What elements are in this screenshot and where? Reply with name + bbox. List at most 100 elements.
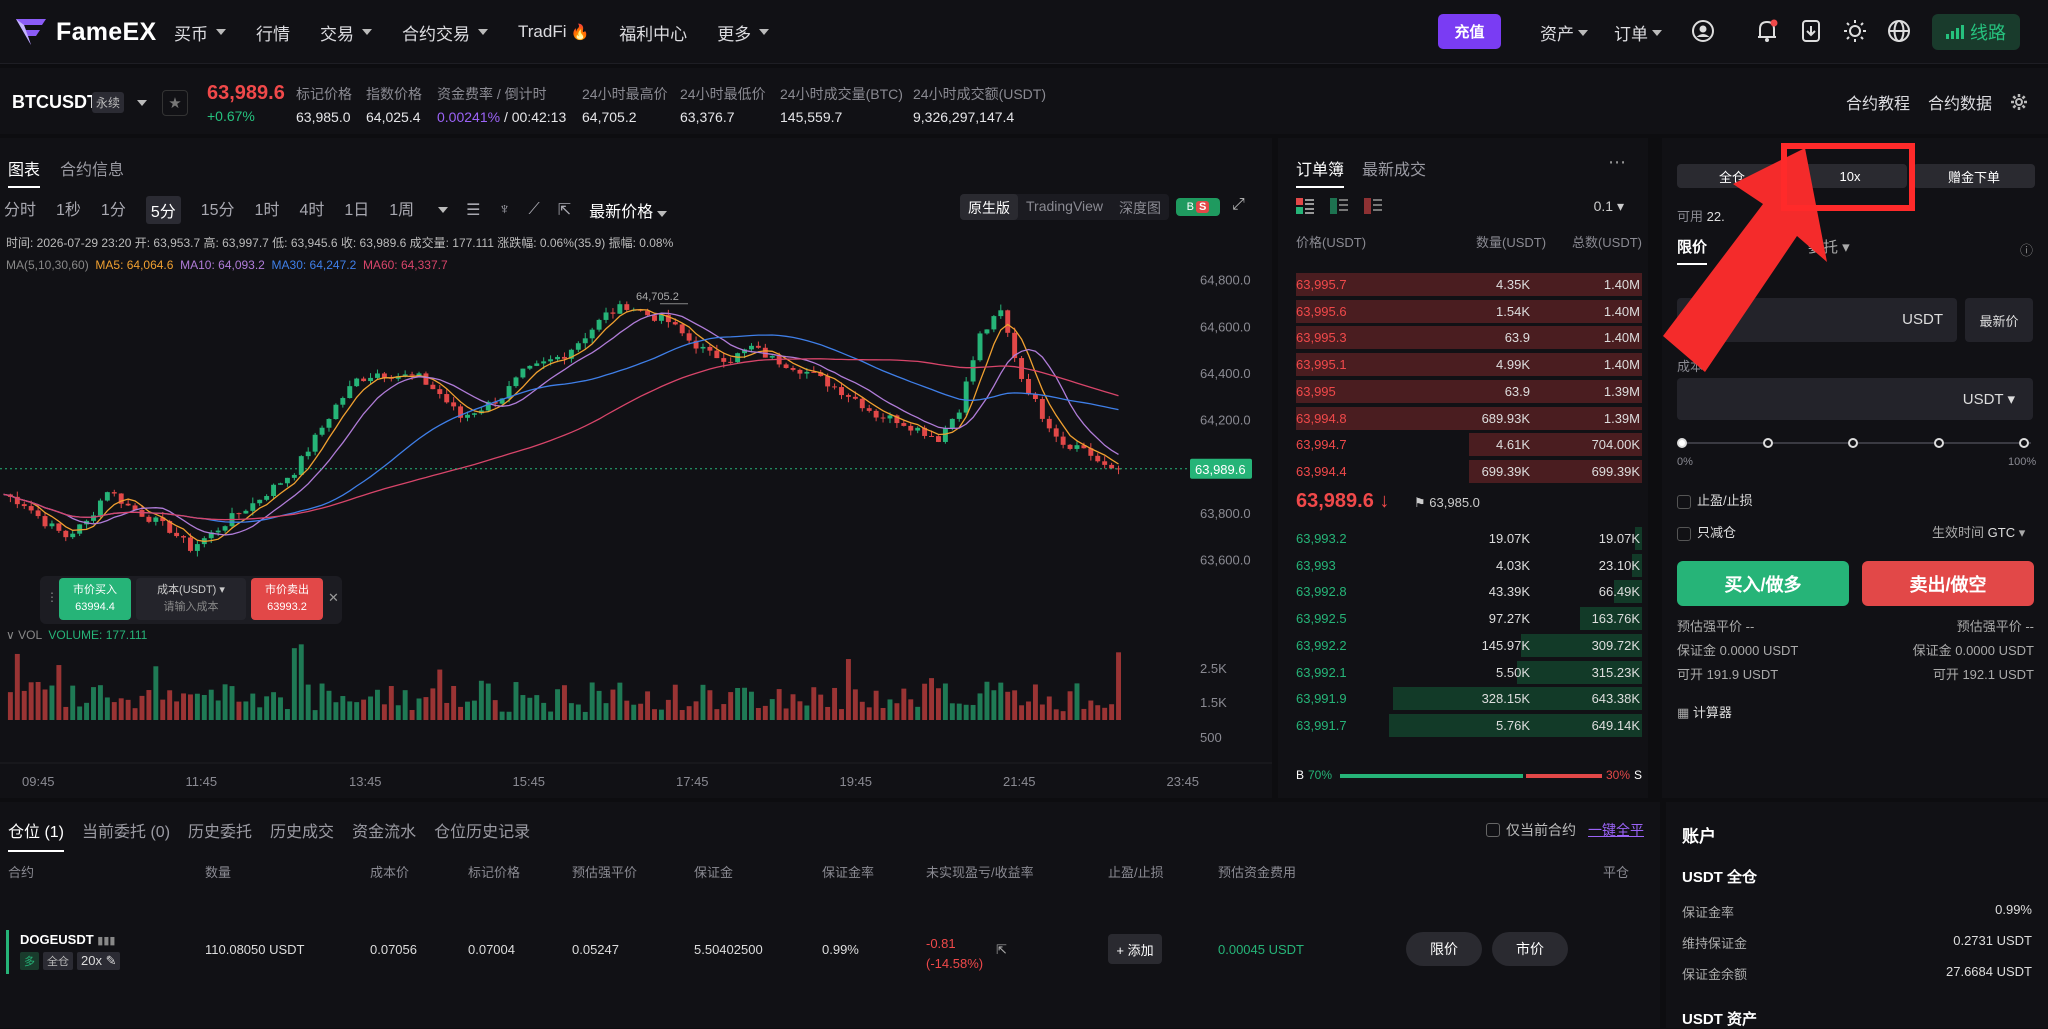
candle-type-icon[interactable]: ♆	[499, 201, 511, 219]
contract-tutorial-link[interactable]: 合约教程	[1846, 90, 1910, 114]
percent-slider[interactable]	[1677, 436, 2035, 450]
book-row[interactable]: 63,995.1 4.99K 1.40M	[1296, 352, 1642, 377]
favorite-star-icon[interactable]: ★	[162, 90, 188, 116]
timeframe-5[interactable]: 1时	[255, 196, 280, 224]
bell-icon[interactable]	[1754, 18, 1780, 44]
globe-icon[interactable]	[1886, 18, 1912, 44]
book-row[interactable]: 63,993.2 19.07K 19.07K	[1296, 526, 1642, 550]
timeframe-0[interactable]: 分时	[4, 196, 36, 224]
sell-short-button[interactable]: 卖出/做空	[1862, 561, 2034, 606]
tab-contract-info[interactable]: 合约信息	[60, 156, 124, 188]
book-bids-icon[interactable]	[1330, 198, 1348, 214]
deposit-button[interactable]: 充值	[1438, 14, 1501, 49]
logo[interactable]: FameEX	[14, 14, 156, 50]
nav-item-3[interactable]: 合约交易	[402, 20, 488, 45]
timeframe-8[interactable]: 1周	[389, 196, 414, 224]
assets-menu[interactable]: 资产	[1540, 20, 1588, 45]
nav-item-1[interactable]: 行情	[256, 20, 290, 45]
precision-select[interactable]: 0.1 ▾	[1594, 198, 1624, 215]
nav-item-6[interactable]: 更多	[717, 20, 770, 45]
nav-item-0[interactable]: 买币	[174, 20, 226, 45]
buy-long-button[interactable]: 买入/做多	[1677, 561, 1849, 606]
timeframe-4[interactable]: 15分	[201, 196, 235, 224]
view-depth[interactable]: 深度图	[1111, 194, 1169, 220]
positions-tab-3[interactable]: 历史成交	[270, 818, 334, 852]
slider-stop[interactable]	[1762, 438, 1773, 448]
book-both-icon[interactable]	[1296, 198, 1314, 214]
close-market-button[interactable]: 市价	[1492, 932, 1568, 966]
leverage-badge[interactable]: 20x ✎	[77, 952, 121, 970]
reduce-only-checkbox[interactable]: 只减仓	[1677, 522, 1736, 541]
position-symbol[interactable]: DOGEUSDT ▮▮▮	[20, 932, 115, 947]
positions-tab-0[interactable]: 仓位 (1)	[8, 818, 65, 852]
timeframe-7[interactable]: 1日	[344, 196, 369, 224]
positions-tab-1[interactable]: 当前委托 (0)	[82, 818, 170, 852]
contract-data-link[interactable]: 合约数据	[1928, 90, 1992, 114]
only-current-checkbox[interactable]: 仅当前合约	[1486, 820, 1576, 840]
nav-item-2[interactable]: 交易	[320, 20, 372, 45]
info-icon[interactable]: ⓘ	[2020, 240, 2033, 259]
latest-price-button[interactable]: 最新价	[1965, 298, 2033, 342]
settings-gear-icon[interactable]	[2010, 93, 2028, 111]
indicators-icon[interactable]: ⟋	[529, 201, 540, 219]
close-limit-button[interactable]: 限价	[1406, 932, 1482, 966]
indicator-list-icon[interactable]: ☰	[466, 200, 480, 220]
price-type-select[interactable]: 最新价格	[589, 198, 668, 222]
slider-stop[interactable]	[1677, 438, 1687, 448]
tab-order-book[interactable]: 订单簿	[1296, 156, 1345, 188]
book-asks-icon[interactable]	[1364, 198, 1382, 214]
bonus-order-button[interactable]: 赠金下单	[1913, 164, 2035, 188]
tab-chart[interactable]: 图表	[8, 156, 41, 188]
timeframe-2[interactable]: 1分	[101, 196, 126, 224]
share-pnl-icon[interactable]: ⇱	[996, 942, 1007, 958]
positions-tab-4[interactable]: 资金流水	[352, 818, 416, 852]
user-icon[interactable]	[1690, 18, 1716, 44]
positions-tab-5[interactable]: 仓位历史记录	[434, 818, 530, 852]
book-row[interactable]: 63,994.4 699.39K 699.39K	[1296, 459, 1642, 483]
book-row[interactable]: 63,995.6 1.54K 1.40M	[1296, 299, 1642, 323]
market-buy-button[interactable]: 市价买入 63994.4	[59, 578, 131, 620]
nav-item-4[interactable]: TradFi 🔥	[518, 22, 589, 42]
slider-stop[interactable]	[2019, 438, 2029, 448]
book-row[interactable]: 63,992.2 145.97K 309.72K	[1296, 633, 1642, 657]
book-row[interactable]: 63,991.7 5.76K 649.14K	[1296, 713, 1642, 737]
share-icon[interactable]: ⇱	[558, 200, 571, 220]
book-row[interactable]: 63,994.7 4.61K 704.00K	[1296, 432, 1642, 457]
close-icon[interactable]: ✕	[328, 590, 339, 606]
cost-unit-select[interactable]: USDT ▾	[1963, 390, 2015, 408]
download-icon[interactable]	[1798, 18, 1824, 44]
book-row[interactable]: 63,995.3 63.9 1.40M	[1296, 325, 1642, 350]
book-row[interactable]: 63,993 4.03K 23.10K	[1296, 553, 1642, 577]
cost-input[interactable]: 成本(USDT) ▾ 请输入成本	[136, 578, 246, 620]
symbol-selector[interactable]: BTCUSDT	[12, 92, 98, 113]
market-sell-button[interactable]: 市价卖出 63993.2	[251, 578, 323, 620]
timeframe-6[interactable]: 4时	[299, 196, 324, 224]
drag-handle-icon[interactable]: ⋮	[46, 590, 58, 604]
nav-item-5[interactable]: 福利中心	[619, 20, 687, 45]
book-row[interactable]: 63,995.7 4.35K 1.40M	[1296, 272, 1642, 296]
positions-tab-2[interactable]: 历史委托	[188, 818, 252, 852]
book-row[interactable]: 63,995 63.9 1.39M	[1296, 379, 1642, 403]
more-icon[interactable]: ⋯	[1608, 152, 1626, 173]
book-row[interactable]: 63,991.9 328.15K 643.38K	[1296, 686, 1642, 711]
book-row[interactable]: 63,994.8 689.93K 1.39M	[1296, 406, 1642, 430]
slider-stop[interactable]	[1848, 438, 1858, 448]
calculator-button[interactable]: ▦ 计算器	[1677, 702, 1732, 721]
book-row[interactable]: 63,992.5 97.27K 163.76K	[1296, 606, 1642, 631]
tif-select[interactable]: 生效时间 GTC ▾	[1932, 522, 2025, 541]
cost-field[interactable]: USDT ▾	[1677, 378, 2033, 420]
book-row[interactable]: 63,992.1 5.50K 315.23K	[1296, 660, 1642, 684]
book-row[interactable]: 63,992.8 43.39K 66.49K	[1296, 579, 1642, 604]
route-button[interactable]: 线路	[1932, 14, 2020, 50]
orders-menu[interactable]: 订单	[1614, 20, 1662, 45]
view-tradingview[interactable]: TradingView	[1018, 194, 1111, 220]
slider-stop[interactable]	[1933, 438, 1944, 448]
timeframe-1[interactable]: 1秒	[56, 196, 81, 224]
theme-sun-icon[interactable]	[1842, 18, 1868, 44]
fullscreen-icon[interactable]: ⤢	[1232, 196, 1245, 214]
add-tpsl-button[interactable]: + 添加	[1108, 934, 1162, 964]
tab-latest-trades[interactable]: 最新成交	[1362, 156, 1426, 188]
bs-toggle[interactable]: BS	[1176, 198, 1220, 216]
timeframe-3[interactable]: 5分	[145, 196, 181, 224]
more-timeframes-icon[interactable]	[438, 207, 449, 213]
